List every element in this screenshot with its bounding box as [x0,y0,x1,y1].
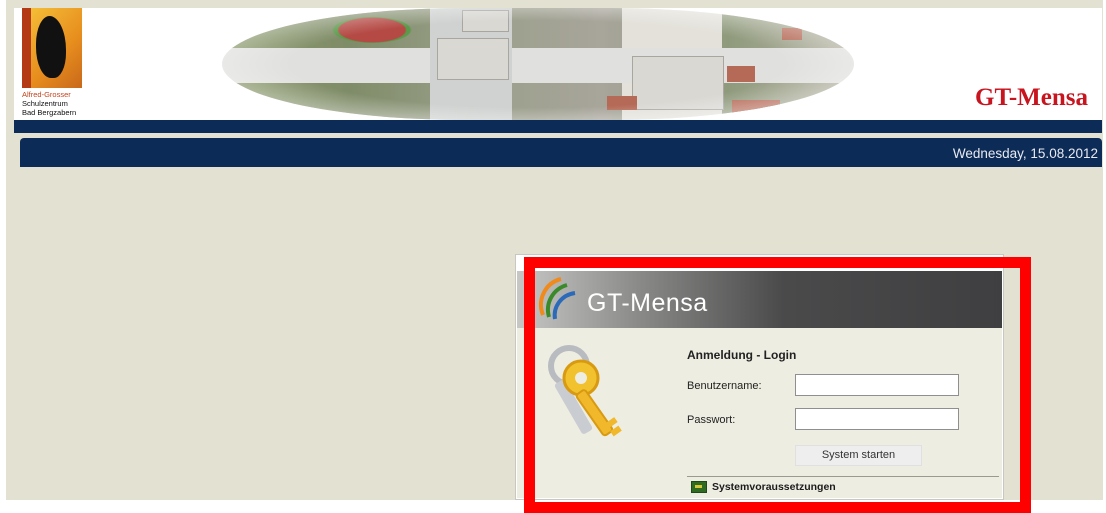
password-label: Passwort: [687,414,736,426]
logo-line-3: Bad Bergzabern [22,108,77,117]
login-title: GT-Mensa [587,289,708,317]
password-input[interactable] [795,408,959,430]
system-start-button[interactable]: System starten [795,445,922,466]
login-form: Anmeldung - Login Benutzername: Passwort… [517,328,1002,498]
logo-text: Alfred-Grosser Schulzentrum Bad Bergzabe… [22,90,82,117]
logo-line-2: Schulzentrum [22,99,68,108]
campus-aerial-photo [222,8,854,120]
username-input[interactable] [795,374,959,396]
system-requirements-label: Systemvoraussetzungen [712,481,836,493]
login-banner: GT-Mensa [517,271,1002,328]
header-rule [14,120,1102,133]
login-panel: GT-Mensa Anmeldung - Login Benutzername:… [515,254,1004,500]
site-title: GT-Mensa [975,84,1088,111]
swirl-logo-icon [539,277,576,320]
logo-portrait-icon [22,8,82,88]
current-date: Wednesday, 15.08.2012 [952,146,1098,161]
login-heading: Anmeldung - Login [687,348,797,362]
system-requirements-icon [691,481,707,493]
date-bar: Wednesday, 15.08.2012 [20,138,1102,167]
username-label: Benutzername: [687,380,762,392]
form-divider [687,476,999,477]
school-logo[interactable]: Alfred-Grosser Schulzentrum Bad Bergzabe… [22,8,82,120]
system-requirements-link[interactable]: Systemvoraussetzungen [691,480,836,494]
keys-icon [548,345,622,437]
logo-line-1: Alfred-Grosser [22,90,71,99]
